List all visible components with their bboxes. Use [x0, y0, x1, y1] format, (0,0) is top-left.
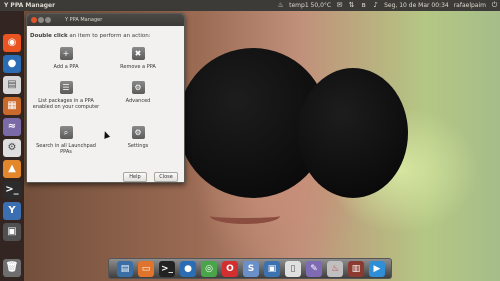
virtualbox-icon: ▣	[267, 264, 277, 274]
tile-label: Add a PPA	[53, 64, 79, 70]
launcher-settings[interactable]: ⚙	[3, 139, 21, 157]
firefox-icon: ●	[7, 58, 17, 69]
advanced-icon: ⚙	[131, 81, 145, 94]
ubuntu-logo-icon: ◉	[7, 37, 17, 48]
java-icon: ♨	[330, 264, 340, 274]
ppa-manager-window: Y PPA Manager Double click an item to pe…	[26, 13, 185, 183]
dock-chrome[interactable]: ◎	[201, 261, 217, 277]
launcher-ppa-manager[interactable]: Y	[3, 202, 21, 220]
mail-icon[interactable]: ✉	[336, 2, 343, 9]
launcher-terminal[interactable]: >_	[3, 181, 21, 199]
play-icon: ▶	[373, 264, 381, 274]
window-titlebar[interactable]: Y PPA Manager	[27, 14, 184, 26]
dock-firefox[interactable]: ●	[180, 261, 196, 277]
dock: ▤ ▭ >_ ● ◎ O S ▣ ▯ ✎ ♨ ▥ ▶	[108, 258, 392, 279]
active-app-title: Y PPA Manager	[4, 2, 56, 9]
files-icon: ▤	[7, 79, 17, 90]
skype-icon: S	[247, 264, 255, 274]
dock-document[interactable]: ▯	[285, 261, 301, 277]
chrome-icon: ◎	[205, 264, 213, 274]
volume-icon[interactable]: ♪	[372, 2, 379, 9]
launcher-workspaces[interactable]: ▣	[3, 223, 21, 241]
dock-books[interactable]: ▥	[348, 261, 364, 277]
save-icon: ▤	[120, 264, 130, 274]
sunglasses-right-lens	[298, 68, 408, 198]
system-tray: ♨ temp1 50,0°C ✉ ⇅ ʙ ♪ Seg, 10 de Mar 00…	[277, 0, 498, 11]
launcher-firefox[interactable]: ●	[3, 55, 21, 73]
launcher-home-button[interactable]: ◉	[3, 34, 21, 52]
user-menu[interactable]: rafaelpaim	[454, 0, 486, 11]
top-panel: Y PPA Manager ♨ temp1 50,0°C ✉ ⇅ ʙ ♪ Seg…	[0, 0, 500, 11]
launcher: ◉ ● ▤ ▦ ≈ ⚙ ▲ >_ Y ▣ 🗑	[0, 11, 24, 281]
software-center-icon: ▦	[7, 100, 17, 111]
add-icon: +	[59, 47, 73, 60]
thermometer-icon[interactable]: ♨	[277, 2, 284, 9]
settings-app-icon: ⚙	[7, 142, 17, 153]
terminal-icon: >_	[5, 184, 19, 195]
smile	[210, 208, 280, 224]
tile-label: Remove a PPA	[120, 64, 156, 70]
dock-gimp[interactable]: ✎	[306, 261, 322, 277]
add-ppa-tile[interactable]: + Add a PPA	[31, 47, 101, 70]
network-icon[interactable]: ⇅	[348, 2, 355, 9]
remove-ppa-tile[interactable]: ✖ Remove a PPA	[103, 47, 173, 70]
launcher-software-center[interactable]: ▦	[3, 97, 21, 115]
tile-label: Settings	[127, 143, 149, 149]
opera-icon: O	[226, 264, 234, 274]
list-packages-tile[interactable]: ☰ List packages in a PPA enabled on your…	[31, 81, 101, 110]
list-icon: ☰	[59, 81, 73, 94]
temperature-readout[interactable]: temp1 50,0°C	[289, 0, 331, 11]
tile-label: List packages in a PPA enabled on your c…	[32, 98, 100, 110]
instruction-text: Double click an item to perform an actio…	[30, 33, 151, 39]
tile-label: Advanced	[125, 98, 151, 104]
power-icon[interactable]: ⏻	[491, 2, 498, 9]
launcher-system-monitor[interactable]: ≈	[3, 118, 21, 136]
remove-icon: ✖	[131, 47, 145, 60]
document-icon: ▯	[290, 264, 296, 274]
advanced-tile[interactable]: ⚙ Advanced	[103, 81, 173, 104]
help-button[interactable]: Help	[123, 172, 147, 182]
trash-icon: 🗑	[5, 262, 19, 273]
dock-skype[interactable]: S	[243, 261, 259, 277]
dock-virtualbox[interactable]: ▣	[264, 261, 280, 277]
settings-tile[interactable]: ⚙ Settings	[103, 126, 173, 149]
settings-icon: ⚙	[131, 126, 145, 139]
dock-folder[interactable]: ▭	[138, 261, 154, 277]
launcher-trash[interactable]: 🗑	[3, 259, 21, 277]
minimize-window-icon[interactable]	[38, 17, 44, 23]
vlc-icon: ▲	[8, 163, 16, 174]
launcher-vlc[interactable]: ▲	[3, 160, 21, 178]
books-icon: ▥	[351, 264, 361, 274]
terminal-icon: >_	[160, 264, 174, 274]
window-title: Y PPA Manager	[65, 17, 103, 23]
firefox-icon: ●	[184, 264, 192, 274]
dock-java[interactable]: ♨	[327, 261, 343, 277]
dock-opera[interactable]: O	[222, 261, 238, 277]
clock[interactable]: Seg, 10 de Mar 00:34	[384, 0, 449, 11]
bluetooth-icon[interactable]: ʙ	[360, 2, 367, 9]
dock-media-player[interactable]: ▶	[369, 261, 385, 277]
search-ppas-tile[interactable]: ⌕ Search in all Launchpad PPAs	[31, 126, 101, 155]
workspaces-icon: ▣	[7, 226, 17, 237]
ppa-manager-icon: Y	[8, 205, 16, 216]
launcher-files[interactable]: ▤	[3, 76, 21, 94]
maximize-window-icon[interactable]	[45, 17, 51, 23]
dock-terminal[interactable]: >_	[159, 261, 175, 277]
dock-save[interactable]: ▤	[117, 261, 133, 277]
close-button[interactable]: Close	[154, 172, 178, 182]
close-window-icon[interactable]	[31, 17, 37, 23]
folder-icon: ▭	[141, 264, 151, 274]
gimp-icon: ✎	[310, 264, 318, 274]
search-icon: ⌕	[59, 126, 73, 139]
tile-label: Search in all Launchpad PPAs	[36, 143, 96, 155]
system-monitor-icon: ≈	[7, 121, 17, 132]
